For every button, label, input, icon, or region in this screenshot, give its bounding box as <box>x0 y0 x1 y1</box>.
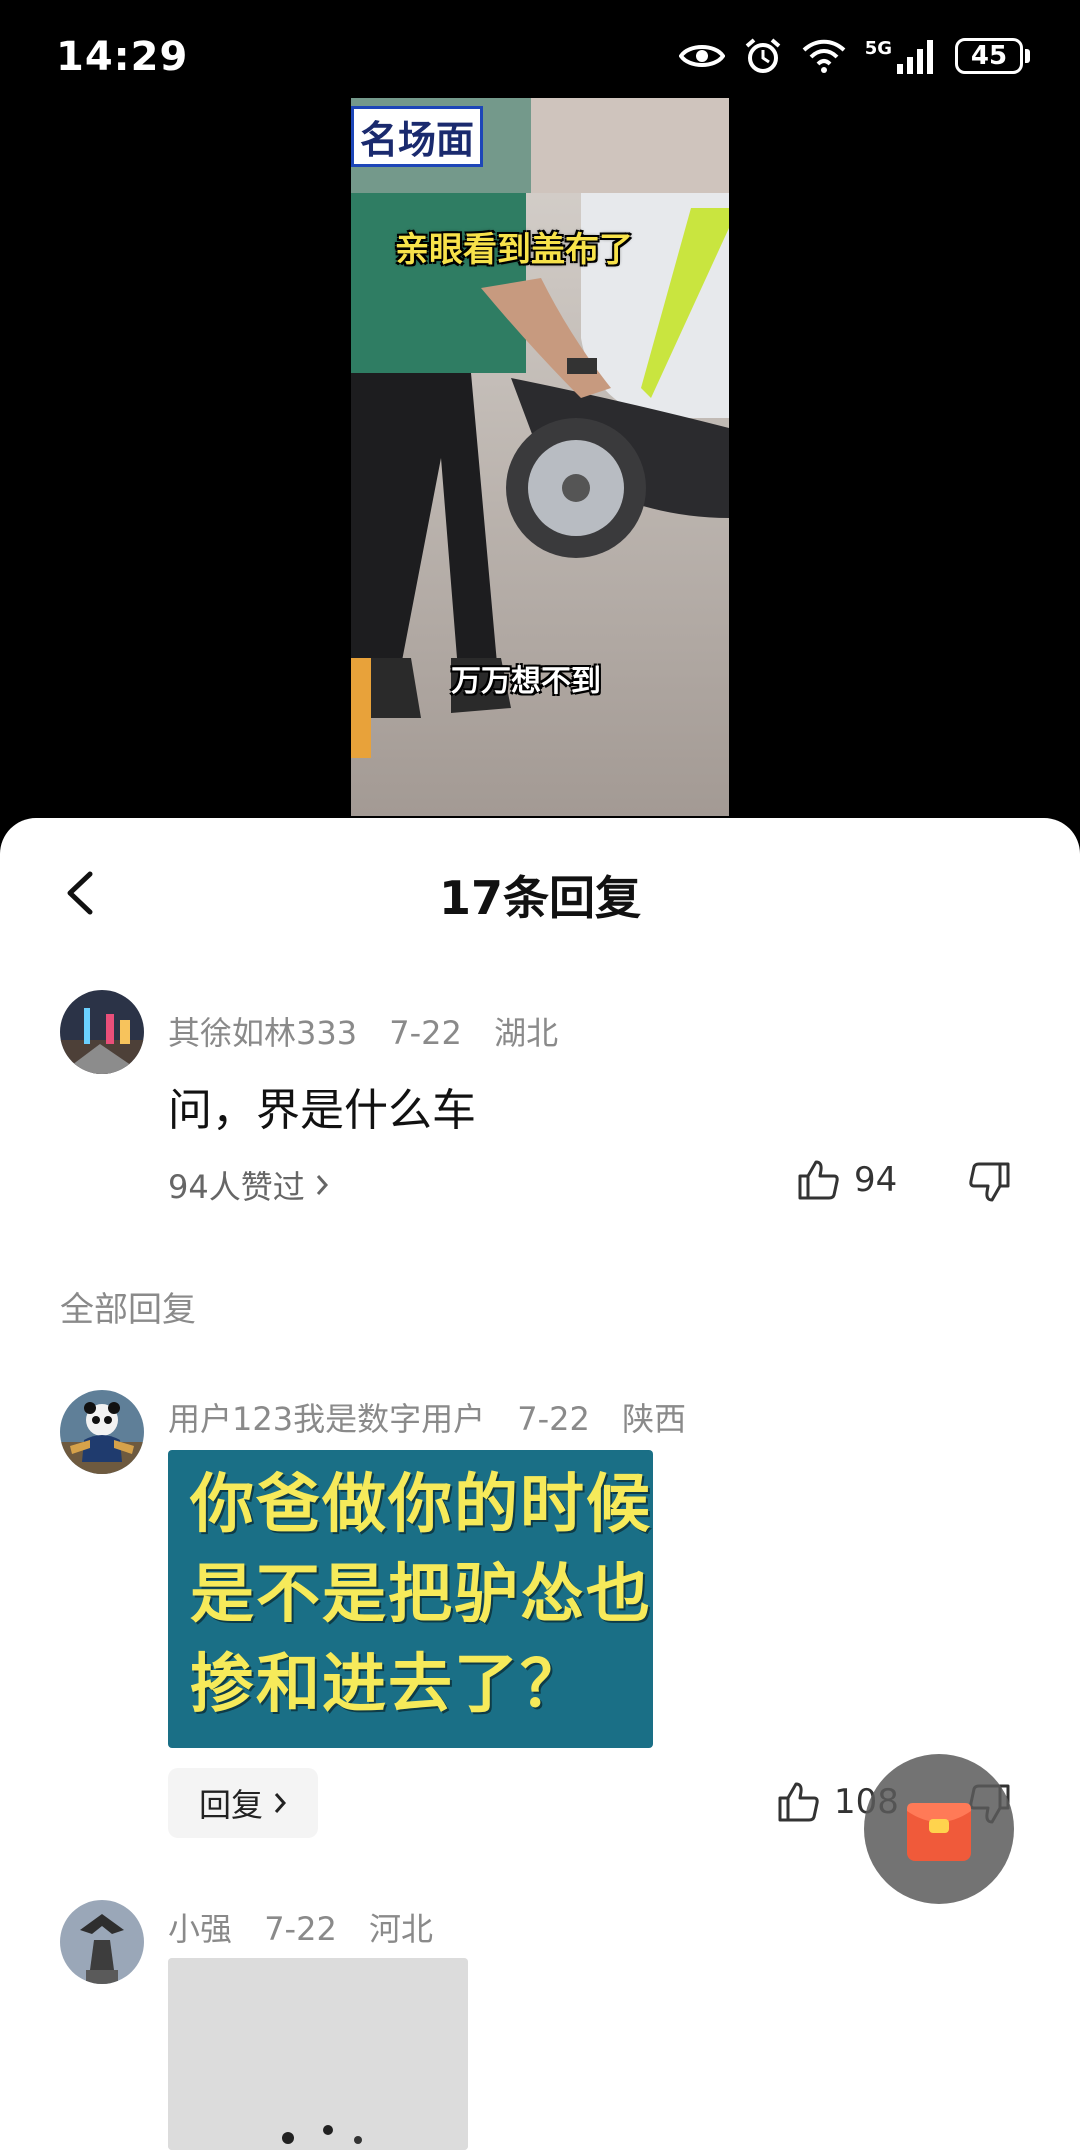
thumbs-down-icon <box>969 1162 1010 1202</box>
avatar[interactable] <box>60 1900 144 1984</box>
thumbs-up-icon <box>778 1782 819 1822</box>
chevron-right-icon <box>316 1175 328 1195</box>
avatar-image <box>60 1390 144 1474</box>
network-type: 5G <box>864 38 892 59</box>
video-caption-bottom: 名场面 <box>351 106 484 167</box>
avatar[interactable] <box>60 990 144 1074</box>
alarm-icon <box>745 38 780 73</box>
sheet-title: 17条回复 <box>438 871 641 925</box>
video-frame-image <box>351 98 729 816</box>
reply-photo[interactable] <box>168 1958 468 2150</box>
reply-meta: 小强 7-22 河北 <box>168 1904 455 1950</box>
reply-location: 陕西 <box>622 1400 687 1438</box>
comment-meta: 其徐如林333 7-22 湖北 <box>168 1008 580 1054</box>
eye-icon <box>678 45 725 67</box>
reply-username[interactable]: 小强 <box>168 1910 232 1948</box>
avatar-image <box>60 990 144 1074</box>
red-envelope-icon <box>907 1803 971 1861</box>
status-time: 14:29 <box>56 34 189 80</box>
reply-image-text: 你爸做你的时候 是不是把驴怂也 掺和进去了？ <box>190 1468 652 1722</box>
avatar-image <box>60 1900 144 1984</box>
red-packet-button[interactable] <box>864 1754 1014 1904</box>
likes-link[interactable]: 94人赞过 <box>168 1162 329 1208</box>
avatar[interactable] <box>60 1390 144 1474</box>
reply-username[interactable]: 用户123我是数字用户 <box>168 1400 485 1438</box>
comment-text: 问，界是什么车 <box>168 1085 476 1136</box>
like-button[interactable]: 94 <box>796 1158 897 1202</box>
reply-location: 河北 <box>368 1910 433 1948</box>
wifi-icon <box>802 39 846 73</box>
status-icons: 5G 45 <box>678 36 1030 76</box>
cellular-signal: 5G <box>865 38 937 74</box>
reply-image[interactable]: 你爸做你的时候 是不是把驴怂也 掺和进去了？ <box>168 1450 653 1748</box>
comment-date: 7-22 <box>389 1014 462 1052</box>
thumbs-up-icon <box>798 1160 839 1200</box>
reply-meta: 用户123我是数字用户 7-22 陕西 <box>168 1394 708 1440</box>
reply-button-label: 回复 <box>198 1786 263 1824</box>
reply-button[interactable]: 回复 <box>168 1768 318 1838</box>
reply-date: 7-22 <box>264 1910 337 1948</box>
battery-level: 45 <box>955 38 1023 74</box>
battery-indicator: 45 <box>955 38 1030 74</box>
comment-username[interactable]: 其徐如林333 <box>168 1014 357 1052</box>
like-count: 94 <box>854 1160 898 1200</box>
sheet-header: 17条回复 <box>0 818 1080 964</box>
reply-photo-image <box>168 1958 468 2150</box>
section-label: 全部回复 <box>60 1290 196 1330</box>
video-preview[interactable]: 亲眼看到盖布了 万万想不到 名场面 <box>351 98 729 816</box>
likes-link-text: 94人赞过 <box>168 1168 305 1206</box>
signal-bars-icon <box>897 40 933 74</box>
comment-location: 湖北 <box>494 1014 559 1052</box>
video-caption-top: 亲眼看到盖布了 <box>395 230 633 270</box>
reply-date: 7-22 <box>517 1400 590 1438</box>
video-caption-middle: 万万想不到 <box>451 664 601 699</box>
dislike-button[interactable] <box>968 1160 1012 1204</box>
chevron-right-icon <box>274 1793 287 1813</box>
